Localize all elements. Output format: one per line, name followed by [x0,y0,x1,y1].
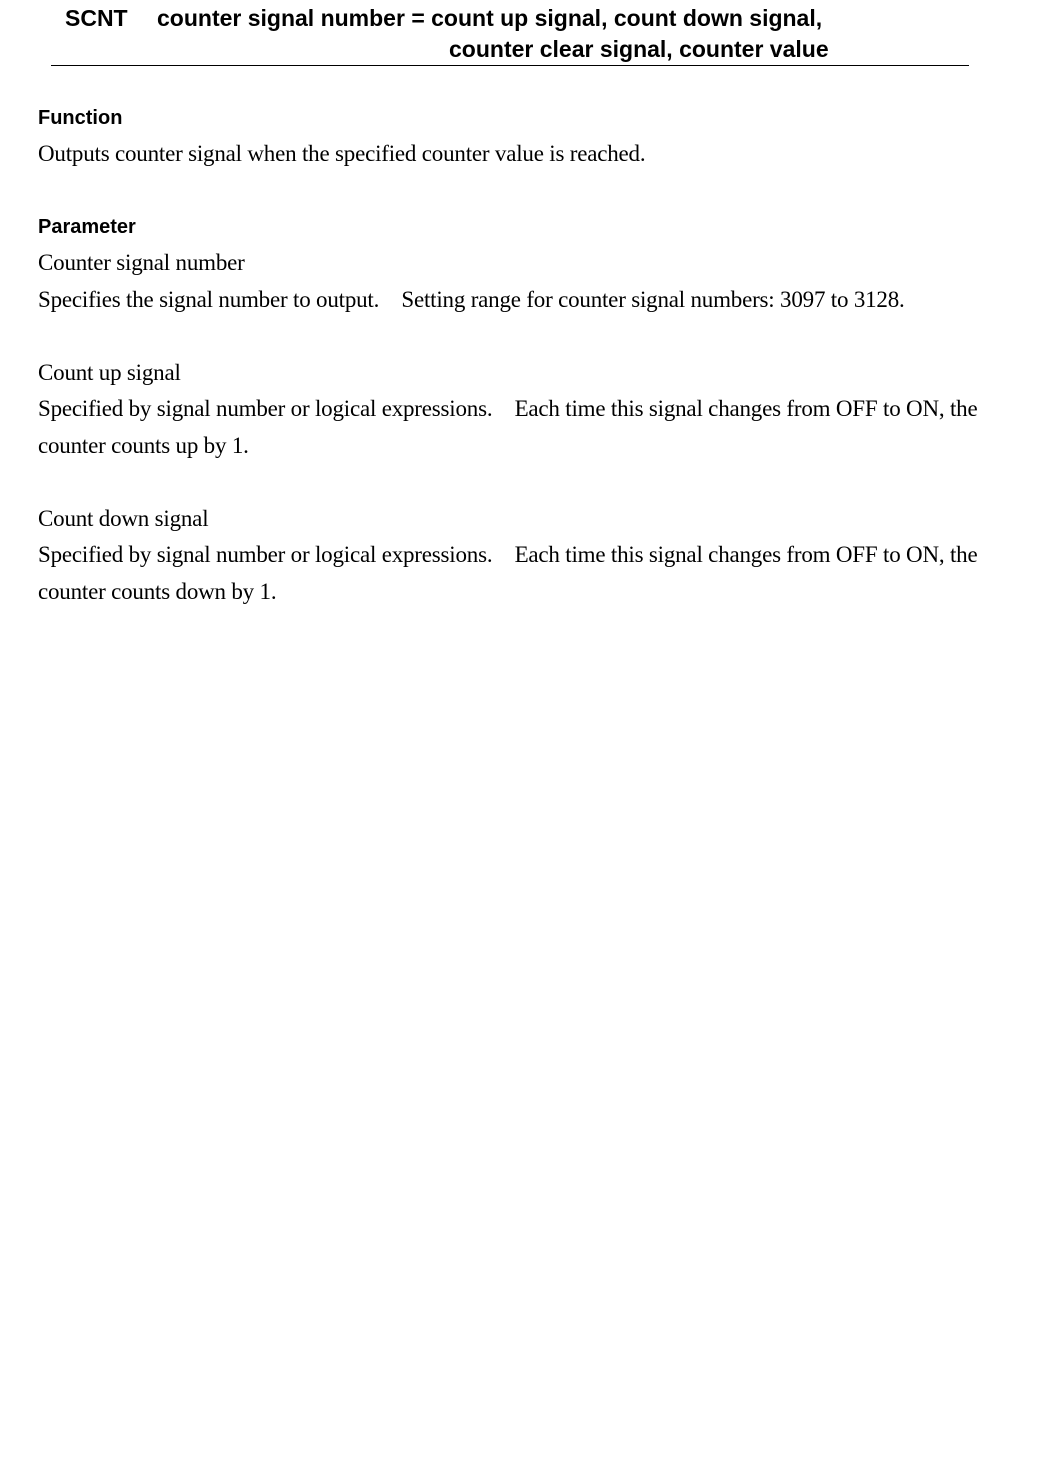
command-syntax: SCNT counter signal number = count up si… [0,0,1038,70]
parameter-item-counter-signal-number: Counter signal number Specifies the sign… [38,245,978,318]
syntax-line-1: counter signal number = count up signal,… [157,5,823,31]
parameter-name: Count up signal [38,359,181,385]
parameter-item-count-up-signal: Count up signal Specified by signal numb… [38,355,978,465]
parameter-description: Specified by signal number or logical ex… [38,396,984,458]
document-body: Function Outputs counter signal when the… [38,100,978,610]
function-section: Function Outputs counter signal when the… [38,100,978,173]
function-text: Outputs counter signal when the specifie… [38,141,646,166]
parameter-item-count-down-signal: Count down signal Specified by signal nu… [38,501,978,611]
syntax-line-2: counter clear signal, counter value [449,36,829,62]
parameter-description: Specifies the signal number to output. S… [38,286,905,312]
header-divider [51,65,969,66]
parameter-description: Specified by signal number or logical ex… [38,542,984,604]
command-name: SCNT [65,5,128,31]
parameter-name: Counter signal number [38,250,245,275]
parameter-heading: Parameter [38,216,136,238]
parameter-name: Count down signal [38,505,209,531]
parameter-section: Parameter Counter signal number Specifie… [38,209,978,610]
function-heading: Function [38,107,123,129]
